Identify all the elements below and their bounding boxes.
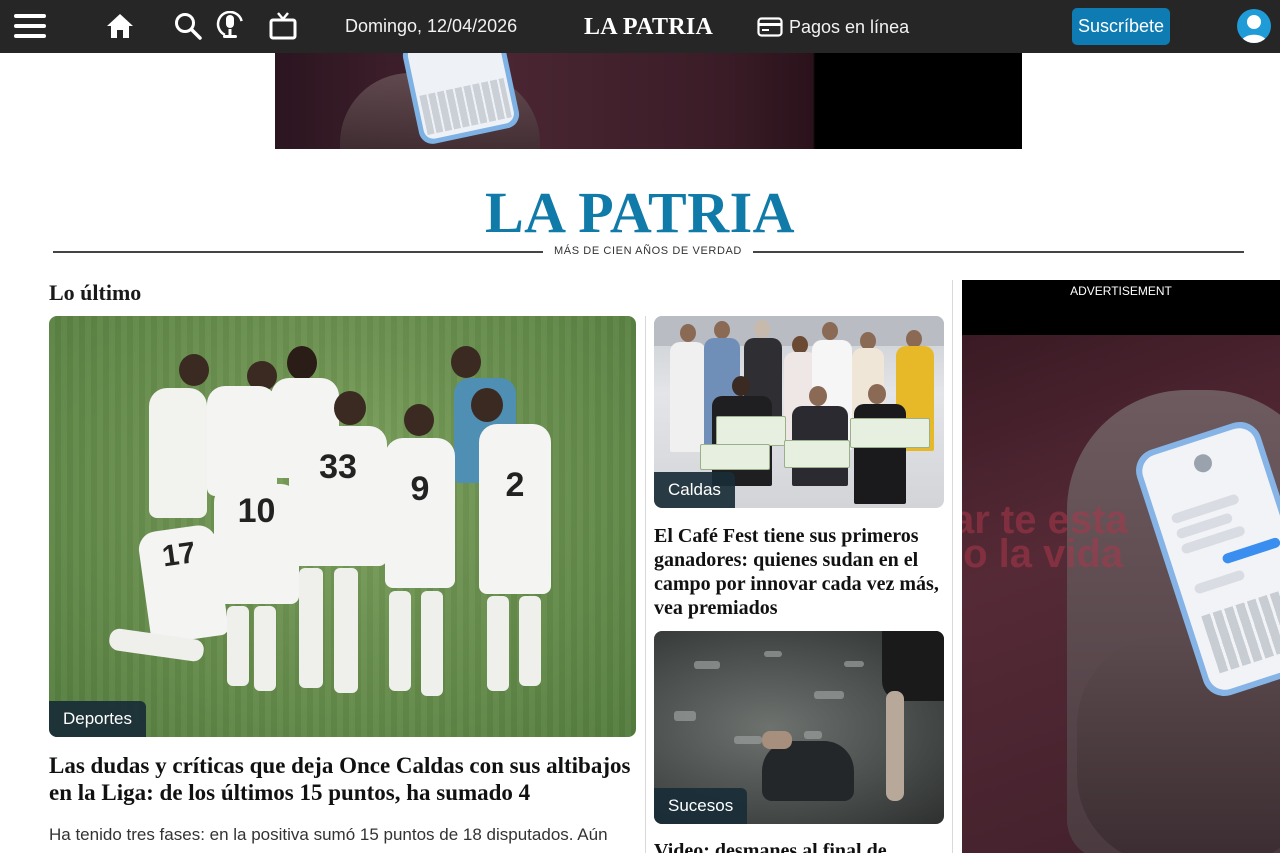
jersey-number: 10 xyxy=(237,492,276,530)
lead-story-summary: Ha tenido tres fases: en la positiva sum… xyxy=(49,825,608,844)
podcast-icon[interactable] xyxy=(212,8,248,44)
masthead: LA PATRIA xyxy=(0,184,1280,242)
jersey-number: 2 xyxy=(505,466,525,504)
ad-scene: ar te esta lo la vida xyxy=(962,335,1280,853)
sidebar-advertisement[interactable]: ADVERTISEMENT ar te esta lo la vida xyxy=(962,280,1280,853)
category-badge[interactable]: Sucesos xyxy=(654,788,748,824)
user-icon[interactable] xyxy=(1237,9,1271,43)
subscribe-button[interactable]: Suscríbete xyxy=(1072,8,1170,45)
top-banner-ad[interactable] xyxy=(275,53,1022,149)
masthead-logo[interactable]: LA PATRIA xyxy=(0,184,1280,242)
category-badge[interactable]: Caldas xyxy=(654,472,735,508)
side-story-headline[interactable]: El Café Fest tiene sus primeros ganadore… xyxy=(654,524,946,620)
card-icon xyxy=(757,17,783,37)
section-title: Lo último xyxy=(49,280,142,305)
lead-story-headline[interactable]: Las dudas y críticas que deja Once Calda… xyxy=(49,752,639,806)
online-payments-label: Pagos en línea xyxy=(789,16,910,37)
masthead-rule-left xyxy=(53,251,543,253)
online-payments-link[interactable]: Pagos en línea xyxy=(757,14,909,40)
jersey-number: 17 xyxy=(160,536,198,574)
header-brand-logo[interactable]: LA PATRIA xyxy=(584,14,713,41)
jersey-number: 9 xyxy=(410,470,430,508)
lead-story-image[interactable]: 33 9 2 10 17 Deportes xyxy=(49,316,636,737)
home-icon[interactable] xyxy=(102,8,138,44)
current-date: Domingo, 12/04/2026 xyxy=(345,16,518,36)
jersey-number: 33 xyxy=(319,448,357,486)
side-story-image[interactable]: Caldas xyxy=(654,316,944,508)
masthead-rule-right xyxy=(753,251,1244,253)
advertisement-label: ADVERTISEMENT xyxy=(1070,284,1172,298)
column-divider xyxy=(645,316,646,853)
side-story-headline[interactable]: Video: desmanes al final de xyxy=(654,839,946,853)
top-navigation-bar: Domingo, 12/04/2026 LA PATRIA Pagos en l… xyxy=(0,0,1280,53)
masthead-tagline: MÁS DE CIEN AÑOS DE VERDAD xyxy=(554,245,742,257)
column-divider xyxy=(952,280,953,853)
tv-icon[interactable] xyxy=(265,8,301,44)
menu-icon[interactable] xyxy=(12,8,48,44)
category-badge[interactable]: Deportes xyxy=(49,701,146,737)
ad-headline-text: ar te esta lo la vida xyxy=(962,498,1128,576)
search-icon[interactable] xyxy=(170,8,206,44)
side-story-image[interactable]: Sucesos xyxy=(654,631,944,824)
